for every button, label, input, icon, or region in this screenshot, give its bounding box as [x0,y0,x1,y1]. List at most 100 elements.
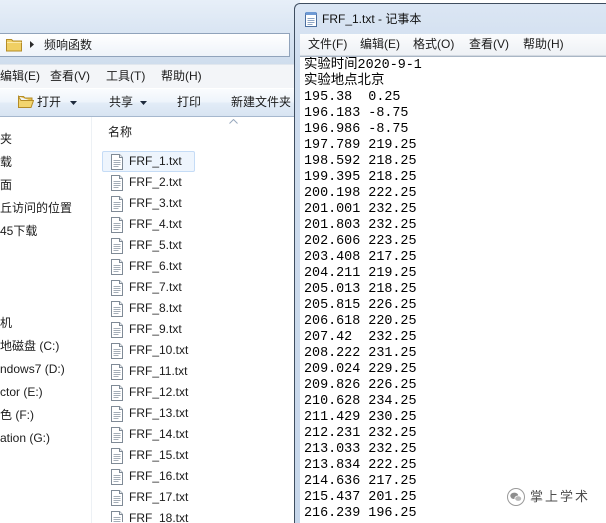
text-file-icon [110,511,124,522]
text-line: 216.239 196.25 [304,506,417,521]
file-name: FRF_2.txt [129,175,182,189]
text-file-icon [110,469,124,485]
text-line: 203.408 217.25 [304,250,417,265]
open-button[interactable]: 打开 [14,89,80,116]
file-row[interactable]: FRF_1.txt [102,151,195,172]
text-line: 213.834 222.25 [304,458,417,473]
file-row[interactable]: FRF_8.txt [102,298,195,319]
command-bar: 打开 共享 打印 新建文件夹 [0,88,300,117]
text-line: 实验地点北京 [304,74,385,89]
open-folder-icon [18,94,35,109]
text-file-icon [110,406,124,422]
nav-item[interactable]: 45下载 [0,223,37,239]
file-row[interactable]: FRF_15.txt [102,445,195,466]
nav-item[interactable]: 机 [0,315,12,331]
text-line: 210.628 234.25 [304,394,417,409]
nav-item[interactable]: 载 [0,154,12,170]
share-button[interactable]: 共享 [105,89,150,116]
text-file-icon [110,490,124,506]
file-row[interactable]: FRF_12.txt [102,382,195,403]
file-list-pane: 名称 FRF_1.txt FRF_2.txt FRF_3.txt FRF_4.txt F… [93,117,300,523]
np-menu-help[interactable]: 帮助(H) [523,36,564,52]
file-row[interactable]: FRF_16.txt [102,466,195,487]
text-line: 197.789 219.25 [304,138,417,153]
nav-item[interactable]: 地磁盘 (C:) [0,338,59,354]
nav-item[interactable]: 色 (F:) [0,407,34,423]
folder-icon [6,38,22,52]
file-row[interactable]: FRF_3.txt [102,193,195,214]
menu-help[interactable]: 帮助(H) [161,68,202,84]
file-row[interactable]: FRF_14.txt [102,424,195,445]
text-file-icon [110,301,124,317]
text-line: 198.592 218.25 [304,154,417,169]
menu-tools[interactable]: 工具(T) [106,68,145,84]
menu-view[interactable]: 查看(V) [50,68,90,84]
nav-item[interactable]: 丘访问的位置 [0,200,72,216]
text-file-icon [110,364,124,380]
navigation-pane: 夹载面丘访问的位置 45下载机地磁盘 (C:) ndows7 (D:) ctor (E… [0,117,92,523]
text-line: 196.183 -8.75 [304,106,409,121]
file-name: FRF_5.txt [129,238,182,252]
file-name: FRF_12.txt [129,385,189,399]
text-line: 201.001 232.25 [304,202,417,217]
file-name: FRF_4.txt [129,217,182,231]
print-button[interactable]: 打印 [173,89,205,116]
nav-item[interactable]: 面 [0,177,12,193]
file-name: FRF_11.txt [129,364,188,378]
file-row[interactable]: FRF_18.txt [102,508,195,523]
text-line: 199.395 218.25 [304,170,417,185]
text-line: 213.033 232.25 [304,442,417,457]
text-file-icon [110,175,124,191]
explorer-window: 频响函数 编辑(E) 查看(V) 工具(T) 帮助(H) 打开 共享 打印 新建… [0,0,300,523]
text-file-icon [110,217,124,233]
np-menu-edit[interactable]: 编辑(E) [360,36,400,52]
file-row[interactable]: FRF_11.txt [102,361,195,382]
nav-item[interactable]: ation (G:) [0,430,50,446]
file-row[interactable]: FRF_7.txt [102,277,195,298]
file-name: FRF_10.txt [129,343,189,357]
file-name: FRF_7.txt [129,280,182,294]
notepad-title-bar[interactable]: FRF_1.txt - 记事本 [295,4,606,34]
notepad-window: FRF_1.txt - 记事本 文件(F) 编辑(E) 格式(O) 查看(V) … [294,3,606,523]
file-row[interactable]: FRF_13.txt [102,403,195,424]
chevron-down-icon [140,101,147,105]
file-name: FRF_13.txt [129,406,189,420]
file-row[interactable]: FRF_17.txt [102,487,195,508]
explorer-menu-bar: 编辑(E) 查看(V) 工具(T) 帮助(H) [0,64,300,88]
file-name: FRF_1.txt [129,154,182,168]
chevron-right-icon[interactable] [30,41,34,48]
file-row[interactable]: FRF_5.txt [102,235,195,256]
file-row[interactable]: FRF_9.txt [102,319,195,340]
breadcrumb-current-folder[interactable]: 频响函数 [44,37,92,53]
nav-item[interactable]: ndows7 (D:) [0,361,65,377]
np-menu-format[interactable]: 格式(O) [413,36,454,52]
np-menu-view[interactable]: 查看(V) [469,36,509,52]
file-name: FRF_15.txt [129,448,189,462]
text-line: 201.803 232.25 [304,218,417,233]
text-file-icon [110,154,124,170]
menu-edit[interactable]: 编辑(E) [0,68,40,84]
new-folder-button[interactable]: 新建文件夹 [227,89,295,116]
text-line: 204.211 219.25 [304,266,417,281]
np-menu-file[interactable]: 文件(F) [308,36,347,52]
notepad-text-area[interactable]: 实验时间2020-9-1 实验地点北京 195.38 0.25 196.183 -8.… [300,56,606,523]
text-file-icon [110,322,124,338]
text-line: 206.618 220.25 [304,314,417,329]
text-file-icon [110,196,124,212]
text-file-icon [110,448,124,464]
file-row[interactable]: FRF_4.txt [102,214,195,235]
chevron-down-icon[interactable] [70,101,77,105]
print-label: 打印 [177,95,202,109]
text-line: 209.024 229.25 [304,362,417,377]
text-line: 215.437 201.25 [304,490,417,505]
nav-item[interactable]: 夹 [0,131,12,147]
file-name: FRF_9.txt [129,322,182,336]
text-file-icon [110,280,124,296]
file-name: FRF_17.txt [129,490,189,504]
file-row[interactable]: FRF_6.txt [102,256,195,277]
text-line: 207.42 232.25 [304,330,417,345]
file-row[interactable]: FRF_2.txt [102,172,195,193]
file-row[interactable]: FRF_10.txt [102,340,195,361]
wechat-icon [507,488,525,506]
nav-item[interactable]: ctor (E:) [0,384,43,400]
